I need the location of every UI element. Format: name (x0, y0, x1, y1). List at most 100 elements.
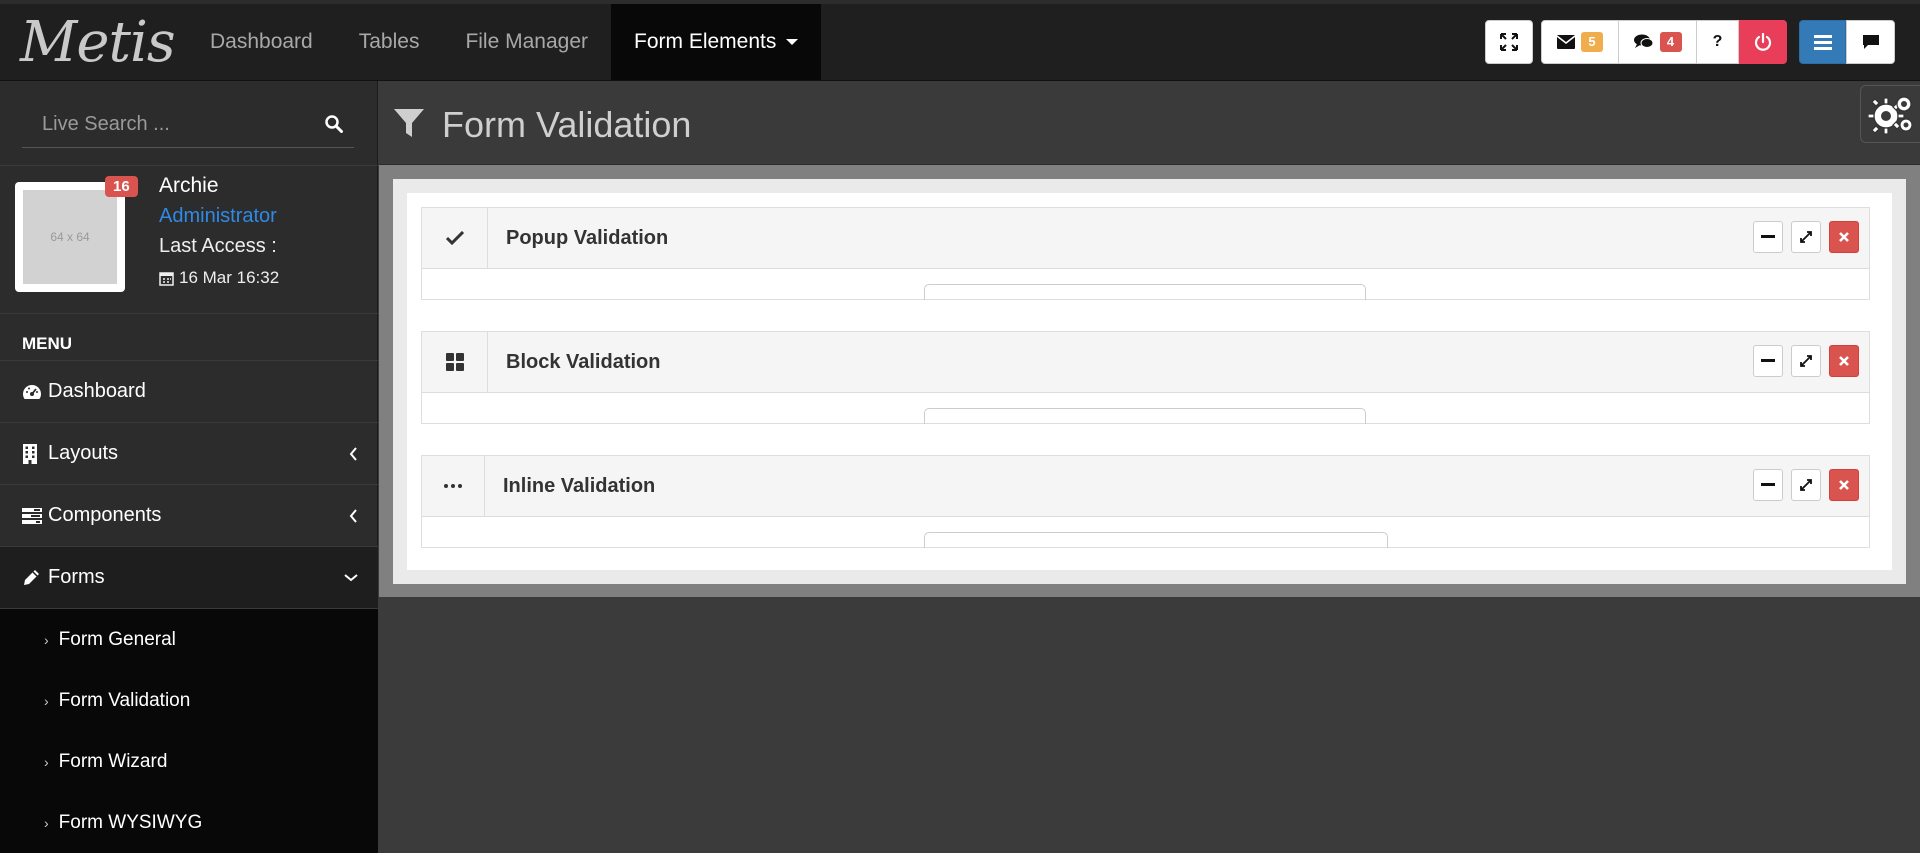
avatar-placeholder: 64 x 64 (23, 190, 117, 284)
tasks-icon (22, 507, 42, 525)
collapse-button[interactable] (1753, 469, 1783, 501)
page-header: Form Validation (379, 81, 1920, 165)
fullscreen-box-button[interactable] (1791, 345, 1821, 377)
last-access-date-text: 16 Mar 16:32 (179, 268, 280, 287)
minus-icon (1761, 235, 1775, 239)
content-wrapper: Popup Validation Block Validation Inline… (393, 179, 1906, 584)
box-tools (1753, 221, 1859, 253)
chevron-right-icon: › (44, 631, 49, 648)
close-icon (1838, 479, 1850, 491)
settings-toggle-button[interactable] (1860, 85, 1920, 143)
submenu-item-form-wizard[interactable]: › Form Wizard (0, 731, 378, 792)
nav-file-manager[interactable]: File Manager (442, 4, 611, 80)
nav-tables[interactable]: Tables (336, 4, 443, 80)
box-header: Inline Validation (422, 456, 1869, 517)
submenu-item-form-general[interactable]: › Form General (0, 609, 378, 670)
submenu-item-label: Form Wizard (58, 750, 168, 772)
search-input[interactable] (22, 112, 314, 136)
envelope-icon (1557, 35, 1575, 49)
sidebar-item-components-label: Components (48, 504, 162, 526)
close-icon (1838, 231, 1850, 243)
logout-button[interactable] (1739, 20, 1787, 64)
brand-logo[interactable]: Metis (20, 10, 176, 75)
collapse-button[interactable] (1753, 345, 1783, 377)
box-body (422, 269, 1869, 300)
sidebar-item-forms[interactable]: Forms (0, 547, 378, 609)
sidebar-item-dashboard-label: Dashboard (48, 380, 146, 402)
submenu-item-form-validation[interactable]: › Form Validation (0, 670, 378, 731)
menu-toggle-button[interactable] (1799, 20, 1846, 64)
box-popup-validation: Popup Validation (421, 207, 1870, 300)
sidebar-item-layouts[interactable]: Layouts (0, 423, 378, 485)
messages-count-badge: 5 (1581, 32, 1603, 52)
nav-form-elements[interactable]: Form Elements (611, 4, 822, 80)
box-body (422, 517, 1869, 548)
nav-dashboard[interactable]: Dashboard (187, 4, 336, 80)
calendar-icon (159, 271, 174, 286)
building-icon (22, 443, 42, 464)
content-area: Popup Validation Block Validation Inline… (379, 165, 1920, 597)
box-title: Inline Validation (503, 474, 656, 497)
close-button[interactable] (1829, 469, 1859, 501)
chevron-right-icon: › (44, 692, 49, 709)
live-search (22, 101, 354, 148)
content-card: Popup Validation Block Validation Inline… (407, 193, 1892, 570)
sidebar-menu: Dashboard Layouts Components Forms › For… (0, 361, 378, 853)
chevron-right-icon: › (44, 814, 49, 831)
close-button[interactable] (1829, 345, 1859, 377)
search-icon[interactable] (314, 115, 354, 133)
collapse-button[interactable] (1753, 221, 1783, 253)
th-large-icon (422, 332, 488, 392)
box-tools (1753, 345, 1859, 377)
sidebar-item-dashboard[interactable]: Dashboard (0, 361, 378, 423)
sidebar: 64 x 64 16 Archie Administrator Last Acc… (0, 81, 378, 853)
fullscreen-button[interactable] (1485, 20, 1533, 64)
sidebar-item-forms-label: Forms (48, 566, 105, 588)
help-button[interactable]: ? (1697, 20, 1739, 64)
chevron-left-icon (349, 447, 358, 461)
page-title: Form Validation (442, 104, 692, 145)
expand-icon (1799, 230, 1813, 244)
sidebar-item-layouts-label: Layouts (48, 442, 119, 464)
user-name: Archie (159, 174, 219, 197)
submenu-item-form-wysiwyg[interactable]: › Form WYSIWYG (0, 792, 378, 853)
ellipsis-icon (422, 456, 485, 516)
top-navbar: Metis Dashboard Tables File Manager Form… (0, 0, 1920, 81)
help-label: ? (1712, 33, 1723, 50)
forms-submenu: › Form General › Form Validation › Form … (0, 609, 378, 853)
close-icon (1838, 355, 1850, 367)
menu-heading: MENU (0, 313, 378, 361)
expand-icon (1799, 354, 1813, 368)
sidebar-item-components[interactable]: Components (0, 485, 378, 547)
dashboard-icon (22, 383, 42, 401)
submenu-item-label: Form WYSIWYG (58, 811, 203, 833)
submenu-item-label: Form General (58, 628, 176, 650)
toolbar-right-group: 5 4 ? (1541, 20, 1787, 64)
box-header: Popup Validation (422, 208, 1869, 269)
messages-button[interactable]: 5 (1541, 20, 1619, 64)
avatar[interactable]: 64 x 64 (15, 182, 125, 292)
user-notification-badge: 16 (105, 176, 138, 197)
box-block-validation: Block Validation (421, 331, 1870, 424)
nav-form-elements-label: Form Elements (634, 30, 777, 53)
toolbar-toggle-group (1799, 20, 1895, 64)
fullscreen-box-button[interactable] (1791, 221, 1821, 253)
chat-icon (1862, 34, 1880, 50)
form-stub (924, 284, 1366, 300)
filter-icon (393, 107, 425, 139)
user-role-link[interactable]: Administrator (159, 205, 277, 228)
menu-icon (1813, 34, 1832, 50)
box-title: Popup Validation (506, 226, 669, 249)
close-button[interactable] (1829, 221, 1859, 253)
fullscreen-icon (1500, 33, 1518, 51)
power-icon (1754, 33, 1772, 51)
gears-icon (1867, 92, 1914, 136)
submenu-item-label: Form Validation (58, 689, 191, 711)
fullscreen-box-button[interactable] (1791, 469, 1821, 501)
comments-button[interactable]: 4 (1619, 20, 1697, 64)
comments-count-badge: 4 (1659, 32, 1682, 52)
box-inline-validation: Inline Validation (421, 455, 1870, 548)
box-title: Block Validation (506, 350, 661, 373)
chat-toggle-button[interactable] (1846, 20, 1895, 64)
expand-icon (1799, 478, 1813, 492)
